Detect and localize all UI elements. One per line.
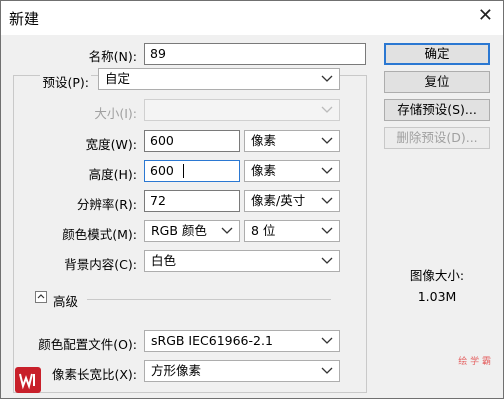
color-mode-value: RGB 颜色 [151, 223, 207, 238]
background-dropdown[interactable]: 白色 [144, 250, 340, 272]
width-label: 宽度(W): [85, 137, 137, 152]
color-mode-label: 颜色模式(M): [62, 227, 137, 242]
color-mode-dropdown[interactable]: RGB 颜色 [144, 220, 240, 242]
name-label: 名称(N): [88, 49, 137, 64]
advanced-label[interactable]: 高级 [53, 291, 78, 310]
chevron-down-icon [321, 337, 333, 344]
size-dropdown [144, 99, 340, 121]
pixel-aspect-label: 像素长宽比(X): [51, 367, 137, 382]
watermark-brand: 绘 学 霸 [458, 357, 491, 367]
watermark-logo [15, 367, 41, 393]
width-input[interactable]: 600 [144, 130, 240, 152]
collapse-advanced-icon[interactable] [35, 291, 47, 303]
height-unit-dropdown[interactable]: 像素 [244, 160, 340, 182]
size-label: 大小(I): [94, 106, 137, 121]
width-unit-dropdown[interactable]: 像素 [244, 130, 340, 152]
ok-button[interactable]: 确定 [384, 43, 490, 65]
chevron-down-icon [321, 167, 333, 174]
bit-depth-value: 8 位 [251, 223, 276, 238]
preset-dropdown[interactable]: 自定 [98, 68, 340, 90]
delete-preset-button: 删除预设(D)... [384, 127, 490, 149]
watermark-text: 绘 学 霸 [371, 358, 491, 367]
width-unit-value: 像素 [251, 133, 277, 148]
dialog-title: 新建 [9, 10, 40, 28]
chevron-down-icon [321, 227, 333, 234]
bit-depth-dropdown[interactable]: 8 位 [244, 220, 340, 242]
height-label: 高度(H): [88, 167, 137, 182]
preset-label: 预设(P): [40, 72, 91, 91]
chevron-down-icon [321, 106, 333, 113]
height-unit-value: 像素 [251, 163, 277, 178]
chevron-down-icon [321, 75, 333, 82]
chevron-down-icon [321, 257, 333, 264]
height-input[interactable]: 600 [144, 160, 240, 182]
preset-value: 自定 [105, 71, 131, 86]
resolution-input[interactable]: 72 [144, 190, 240, 212]
chevron-down-icon [321, 367, 333, 374]
color-profile-value: sRGB IEC61966-2.1 [151, 333, 273, 348]
new-document-dialog: 新建 ✕ 名称(N): 89 预设(P): 自定 大小(I): 宽度(W): 6… [0, 0, 504, 399]
resolution-label: 分辨率(R): [76, 197, 137, 212]
chevron-down-icon [221, 227, 233, 234]
reset-button[interactable]: 复位 [384, 71, 490, 93]
save-preset-button[interactable]: 存储预设(S)... [384, 99, 490, 121]
image-size-value: 1.03M [417, 289, 457, 304]
color-profile-label: 颜色配置文件(O): [38, 337, 137, 352]
resolution-unit-value: 像素/英寸 [251, 193, 306, 208]
chevron-down-icon [321, 137, 333, 144]
chevron-down-icon [321, 197, 333, 204]
height-value: 600 [150, 163, 174, 178]
close-icon[interactable]: ✕ [478, 5, 493, 26]
title-bar: 新建 ✕ [1, 1, 503, 35]
text-caret [183, 164, 184, 178]
image-size-label: 图像大小: [409, 268, 465, 283]
pixel-aspect-dropdown[interactable]: 方形像素 [144, 360, 340, 382]
name-input[interactable]: 89 [144, 43, 366, 65]
resolution-unit-dropdown[interactable]: 像素/英寸 [244, 190, 340, 212]
pixel-aspect-value: 方形像素 [151, 363, 202, 378]
background-value: 白色 [151, 253, 177, 268]
advanced-divider [87, 299, 331, 300]
color-profile-dropdown[interactable]: sRGB IEC61966-2.1 [144, 330, 340, 352]
background-label: 背景内容(C): [64, 257, 137, 272]
